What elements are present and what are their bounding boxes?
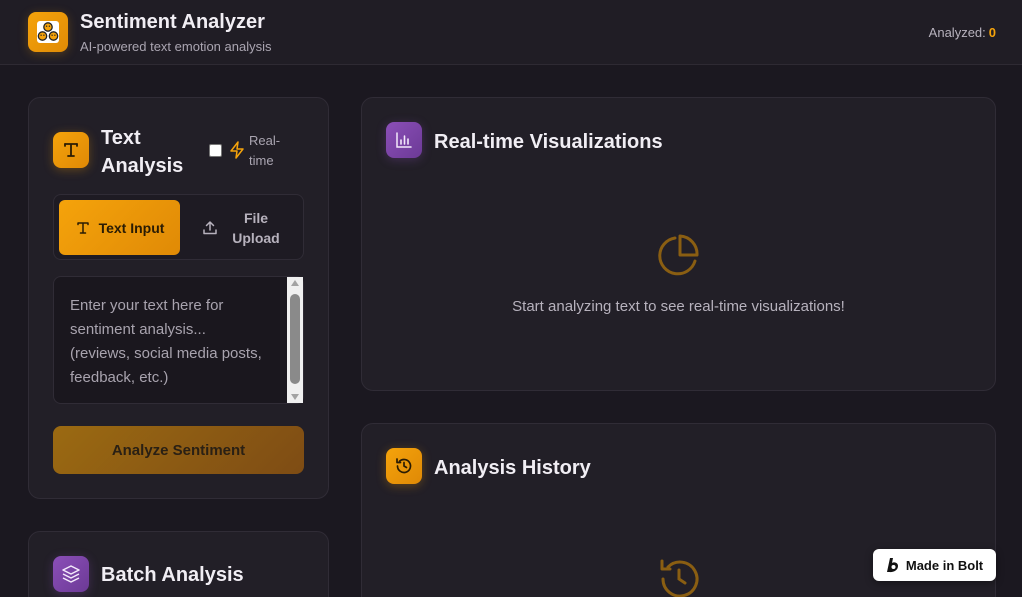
app-title: Sentiment Analyzer: [80, 11, 265, 33]
visualizations-empty-message: Start analyzing text to see real-time vi…: [512, 298, 845, 315]
history-icon: [396, 458, 412, 474]
bolt-logo-icon: [886, 558, 898, 573]
made-in-bolt-label: Made in Bolt: [905, 557, 984, 573]
visualizations-card: Real-time Visualizations Start analyzing…: [361, 97, 996, 391]
scroll-thumb[interactable]: [290, 294, 300, 384]
analyze-sentiment-button[interactable]: Analyze Sentiment: [53, 426, 304, 474]
batch-analysis-card: Batch Analysis: [28, 531, 329, 597]
text-analysis-title-line2: Analysis: [101, 155, 184, 177]
batch-analysis-badge: [53, 556, 89, 592]
tab-file-upload-label: File Upload: [232, 209, 280, 246]
text-analysis-title-line1: Text: [101, 127, 141, 149]
analyzed-counter: Analyzed: 0: [929, 25, 996, 40]
tab-text-input-label: Text Input: [98, 219, 165, 236]
made-in-bolt-badge[interactable]: Made in Bolt: [873, 549, 996, 581]
layers-icon: [62, 565, 80, 583]
app-header: Sentiment Analyzer AI-powered text emoti…: [0, 0, 1022, 65]
history-badge: [386, 448, 422, 484]
analyzed-count: 0: [988, 25, 996, 40]
bolt-icon: [230, 141, 244, 159]
tab-file-upload[interactable]: File Upload: [189, 200, 299, 255]
text-input-field[interactable]: [53, 276, 304, 404]
visualizations-badge: [386, 122, 422, 158]
visualizations-title: Real-time Visualizations: [434, 131, 663, 153]
app-logo: [28, 12, 68, 52]
history-empty-icon: [660, 559, 699, 597]
emoji-faces-icon: [37, 21, 59, 43]
scroll-down-arrow-icon[interactable]: [291, 394, 299, 400]
pie-chart-icon: [658, 234, 699, 276]
analyzed-label: Analyzed:: [928, 25, 986, 40]
batch-analysis-title: Batch Analysis: [101, 564, 244, 586]
textarea-scrollbar[interactable]: [287, 277, 303, 403]
text-analysis-title: Text Analysis: [101, 124, 183, 180]
text-analysis-card: Text Analysis Real-time Text Input File …: [28, 97, 329, 499]
text-type-icon: [76, 221, 89, 234]
tab-text-input[interactable]: Text Input: [59, 200, 180, 255]
bar-chart-icon: [396, 132, 412, 148]
app-subtitle: AI-powered text emotion analysis: [80, 39, 272, 54]
scroll-up-arrow-icon[interactable]: [291, 280, 299, 286]
text-type-icon: [64, 143, 78, 157]
realtime-checkbox[interactable]: [209, 144, 222, 157]
upload-icon: [203, 220, 217, 234]
realtime-label[interactable]: Real-time: [249, 131, 289, 171]
input-mode-tabs: Text Input File Upload: [53, 194, 304, 260]
history-title: Analysis History: [434, 457, 591, 479]
text-analysis-badge: [53, 132, 89, 168]
